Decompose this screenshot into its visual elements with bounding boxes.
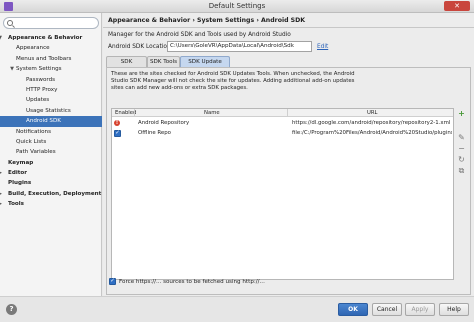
sidebar-item-label: Plugins xyxy=(8,180,32,187)
sidebar-item-label: Usage Statistics xyxy=(26,107,71,114)
expand-right-icon[interactable]: ▶ xyxy=(0,199,4,209)
expand-right-icon[interactable]: ▶ xyxy=(0,189,4,199)
sidebar-item-notifications[interactable]: Notifications xyxy=(0,127,102,137)
sidebar-item-label: Notifications xyxy=(16,128,52,135)
sidebar-item-label: Path Variables xyxy=(16,149,56,156)
tab-sdk-update-sites[interactable]: SDK Update Sites xyxy=(180,56,230,75)
sidebar-item-label: System Settings xyxy=(16,66,62,73)
tab-sdk-platforms[interactable]: SDK Platforms xyxy=(106,56,147,75)
table-row[interactable]: ✓ Offline Repo file:/C:/Program%20Files/… xyxy=(112,128,453,138)
apply-button[interactable]: Apply xyxy=(405,303,435,316)
column-divider xyxy=(287,109,288,117)
sidebar-item-android-sdk[interactable]: Android SDK xyxy=(0,116,102,127)
column-header-name[interactable]: Name xyxy=(204,109,220,117)
site-name: Android Repository xyxy=(138,120,190,126)
force-https-label: Force https://... sources to be fetched … xyxy=(119,279,265,285)
sidebar-item-updates[interactable]: Updates xyxy=(0,95,102,105)
enabled-checkbox[interactable]: ✓ xyxy=(114,130,121,137)
refresh-icon[interactable]: ↻ xyxy=(457,155,466,164)
sidebar-item-label: Editor xyxy=(8,170,28,177)
help-button[interactable]: Help xyxy=(439,303,469,316)
sidebar-item-system-settings[interactable]: ▼ System Settings xyxy=(0,64,102,74)
site-name: Offline Repo xyxy=(138,130,171,136)
breadcrumb: Appearance & Behavior › System Settings … xyxy=(108,17,306,24)
sidebar-item-path-variables[interactable]: Path Variables xyxy=(0,147,102,157)
search-input[interactable] xyxy=(15,19,97,28)
cancel-button[interactable]: Cancel xyxy=(372,303,402,316)
search-box[interactable] xyxy=(3,17,99,29)
sidebar-item-label: Quick Lists xyxy=(16,138,47,145)
panel-description: These are the sites checked for Android … xyxy=(111,71,355,92)
sidebar-item-label: Tools xyxy=(8,201,25,208)
search-icon xyxy=(7,20,13,26)
edit-link[interactable]: Edit xyxy=(317,44,328,50)
ok-button[interactable]: OK xyxy=(338,303,368,316)
sidebar-item-passwords[interactable]: Passwords xyxy=(0,75,102,85)
sidebar-item-label: Menus and Toolbars xyxy=(16,55,72,62)
title-bar: Default Settings ✕ xyxy=(0,0,474,13)
sidebar-item-editor[interactable]: ▶ Editor xyxy=(0,168,102,178)
sidebar-item-appearance-behavior[interactable]: ▼ Appearance & Behavior xyxy=(0,33,102,43)
sidebar-item-label: Passwords xyxy=(26,76,56,83)
help-icon[interactable]: ? xyxy=(6,304,17,315)
sidebar-item-appearance[interactable]: Appearance xyxy=(0,43,102,53)
site-url: file:/C:/Program%20Files/Android/Android… xyxy=(292,130,452,136)
window-title: Default Settings xyxy=(208,2,266,10)
expand-down-icon[interactable]: ▼ xyxy=(8,64,16,74)
settings-sidebar: ▼ Appearance & Behavior Appearance Menus an… xyxy=(0,13,102,296)
update-sites-table: Enabled Name URL ! Android Repository ht… xyxy=(111,108,454,280)
dialog-footer: ? OK Cancel Apply Help xyxy=(0,296,474,322)
error-icon: ! xyxy=(114,120,120,126)
tab-sdk-tools[interactable]: SDK Tools xyxy=(147,56,180,67)
remove-icon[interactable]: − xyxy=(457,144,466,153)
main-panel: Appearance & Behavior › System Settings … xyxy=(103,13,474,296)
table-header: Enabled Name URL xyxy=(112,109,453,117)
close-button[interactable]: ✕ xyxy=(444,1,470,11)
sidebar-item-label: Appearance xyxy=(16,45,50,52)
sidebar-item-label: Android SDK xyxy=(26,118,61,125)
sidebar-item-http-proxy[interactable]: HTTP Proxy xyxy=(0,85,102,95)
settings-tree: ▼ Appearance & Behavior Appearance Menus an… xyxy=(0,33,102,210)
column-divider xyxy=(134,109,135,117)
copy-icon[interactable]: ⧉ xyxy=(457,166,466,175)
force-https-checkbox[interactable]: ✓ xyxy=(109,278,116,285)
edit-icon[interactable]: ✎ xyxy=(457,133,466,142)
expand-right-icon[interactable]: ▶ xyxy=(0,168,4,178)
column-header-url[interactable]: URL xyxy=(367,109,378,117)
sidebar-item-label: HTTP Proxy xyxy=(26,86,58,93)
sidebar-item-label: Appearance & Behavior xyxy=(8,35,83,41)
divider xyxy=(103,27,474,28)
sidebar-item-label: Updates xyxy=(26,97,50,104)
sidebar-item-quick-lists[interactable]: Quick Lists xyxy=(0,137,102,147)
sidebar-item-plugins[interactable]: Plugins xyxy=(0,178,102,188)
sidebar-item-label: Build, Execution, Deployment xyxy=(8,190,102,197)
sidebar-item-label: Keymap xyxy=(8,159,34,166)
page-description: Manager for the Android SDK and Tools us… xyxy=(108,32,291,38)
sidebar-item-usage-statistics[interactable]: Usage Statistics xyxy=(0,106,102,116)
update-sites-panel: These are the sites checked for Android … xyxy=(106,67,471,295)
sidebar-item-tools[interactable]: ▶ Tools xyxy=(0,199,102,209)
sidebar-item-menus-and-toolbars[interactable]: Menus and Toolbars xyxy=(0,54,102,64)
table-row[interactable]: ! Android Repository https://dl.google.c… xyxy=(112,118,453,128)
sidebar-item-build-execution-deployment[interactable]: ▶ Build, Execution, Deployment xyxy=(0,189,102,199)
add-icon[interactable]: + xyxy=(457,109,466,118)
site-url: https://dl.google.com/android/repository… xyxy=(292,120,451,126)
sdk-location-field[interactable]: C:\Users\GoleVR\AppData\Local\Android\Sd… xyxy=(167,41,312,52)
expand-down-icon[interactable]: ▼ xyxy=(0,33,4,43)
sidebar-item-keymap[interactable]: Keymap xyxy=(0,158,102,168)
sdk-location-label: Android SDK Location: xyxy=(108,44,173,50)
